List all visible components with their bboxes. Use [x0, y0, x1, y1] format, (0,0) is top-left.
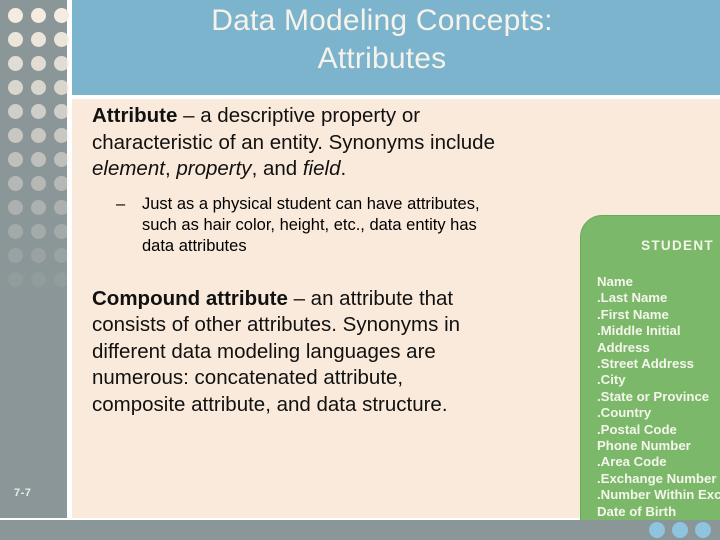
bottom-bar — [0, 520, 720, 540]
rail-dot — [31, 272, 46, 287]
rail-dot — [31, 224, 46, 239]
rail-dot — [31, 104, 46, 119]
entity-attribute-list: Name .Last Name .First Name .Middle Initial… — [581, 274, 720, 540]
paragraph1-dash: – — [177, 104, 201, 127]
rail-dot — [31, 152, 46, 167]
paragraph2-dash: – — [287, 286, 311, 310]
page-title-line-1: Data Modeling Concepts: — [211, 4, 553, 37]
rail-dot — [31, 80, 46, 95]
rail-dot — [8, 224, 23, 239]
term-compound-attribute: Compound attribute — [92, 286, 288, 310]
rail-dot — [54, 152, 69, 167]
rail-dot — [31, 200, 46, 215]
sub-bullet-list: – Just as a physical student can have at… — [92, 194, 502, 257]
term-attribute: Attribute — [92, 104, 178, 127]
entity-attribute-row: .City — [597, 372, 626, 388]
entity-attribute-row: Address — [597, 339, 650, 355]
synonym-property: property — [176, 157, 252, 180]
rail-dot — [8, 272, 23, 287]
rail-dot — [54, 248, 69, 263]
rail-dot — [54, 200, 69, 215]
entity-attribute-row: .First Name — [597, 306, 669, 322]
entity-box-student: STUDENT Name .Last Name .First Name .Middle… — [580, 215, 720, 540]
synonym-field: field — [302, 157, 341, 180]
bottom-dot — [672, 522, 688, 538]
rail-dot — [31, 56, 46, 71]
rail-dot — [54, 128, 69, 143]
entity-attribute-row: .Exchange Number — [597, 470, 717, 486]
rail-dot — [8, 56, 23, 71]
rail-dot — [31, 128, 46, 143]
paragraph1-sep2: , and — [251, 157, 303, 180]
entity-attribute-row: Name — [597, 274, 633, 289]
paragraph1-tail: . — [340, 157, 347, 180]
rail-dot — [8, 80, 23, 95]
paragraph-compound-attribute: Compound attribute – an attribute that c… — [92, 286, 502, 419]
rail-dot — [31, 248, 46, 263]
paragraph-attribute: Attribute – a descriptive property or ch… — [92, 103, 502, 183]
entity-attribute-row: .Number Within Exchange — [597, 487, 720, 503]
paragraph-compound-attribute-wrap: Compound attribute – an attribute that c… — [92, 286, 502, 419]
rail-dot — [31, 8, 46, 23]
rail-dot — [54, 32, 69, 47]
page-title-line-2: Attributes — [317, 42, 447, 75]
rail-dot — [8, 8, 23, 23]
entity-attribute-row: .Country — [597, 405, 652, 421]
entity-attribute-row: .Area Code — [597, 454, 667, 470]
rail-dot — [8, 128, 23, 143]
rail-dot — [54, 80, 69, 95]
rail-dot — [31, 176, 46, 191]
rail-dot — [8, 200, 23, 215]
entity-title: STUDENT — [641, 238, 714, 253]
paragraph1-sep1: , — [164, 157, 177, 180]
rail-dot — [8, 104, 23, 119]
content-panel: Attribute – a descriptive property or ch… — [72, 99, 720, 540]
rail-dot — [54, 56, 69, 71]
body-text-column: Attribute – a descriptive property or ch… — [92, 103, 502, 418]
entity-attribute-row: .State or Province — [597, 388, 710, 404]
entity-attribute-row: .Postal Code — [597, 421, 677, 437]
rail-dot — [54, 104, 69, 119]
rail-dot — [31, 32, 46, 47]
bottom-dot — [695, 522, 711, 538]
rail-dot — [54, 176, 69, 191]
entity-attribute-row: Phone Number — [597, 438, 691, 454]
rail-dot — [54, 272, 69, 287]
list-item: – Just as a physical student can have at… — [116, 194, 502, 257]
rail-dot — [54, 8, 69, 23]
rail-dot-grid — [0, 0, 69, 300]
entity-attribute-row: .Street Address — [597, 356, 694, 372]
rail-dot — [8, 152, 23, 167]
bottom-dot — [649, 522, 665, 538]
dash-bullet-icon: – — [116, 194, 126, 213]
rail-dot — [8, 32, 23, 47]
entity-attribute-row: Date of Birth — [597, 503, 677, 519]
page-title: Data Modeling Concepts: Attributes — [72, 2, 692, 78]
slide-canvas: 7-7 Data Modeling Concepts: Attributes A… — [0, 0, 720, 540]
rail-dot — [8, 248, 23, 263]
entity-attribute-row: .Last Name — [597, 290, 668, 306]
rail-dot — [8, 176, 23, 191]
rail-dot — [54, 224, 69, 239]
synonym-element: element — [92, 157, 165, 180]
left-decorative-rail: 7-7 — [0, 0, 69, 518]
title-banner: Data Modeling Concepts: Attributes — [72, 0, 720, 95]
page-number: 7-7 — [14, 487, 32, 499]
list-item-label: Just as a physical student can have attr… — [142, 194, 480, 255]
entity-attribute-row: .Middle Initial — [597, 323, 681, 339]
